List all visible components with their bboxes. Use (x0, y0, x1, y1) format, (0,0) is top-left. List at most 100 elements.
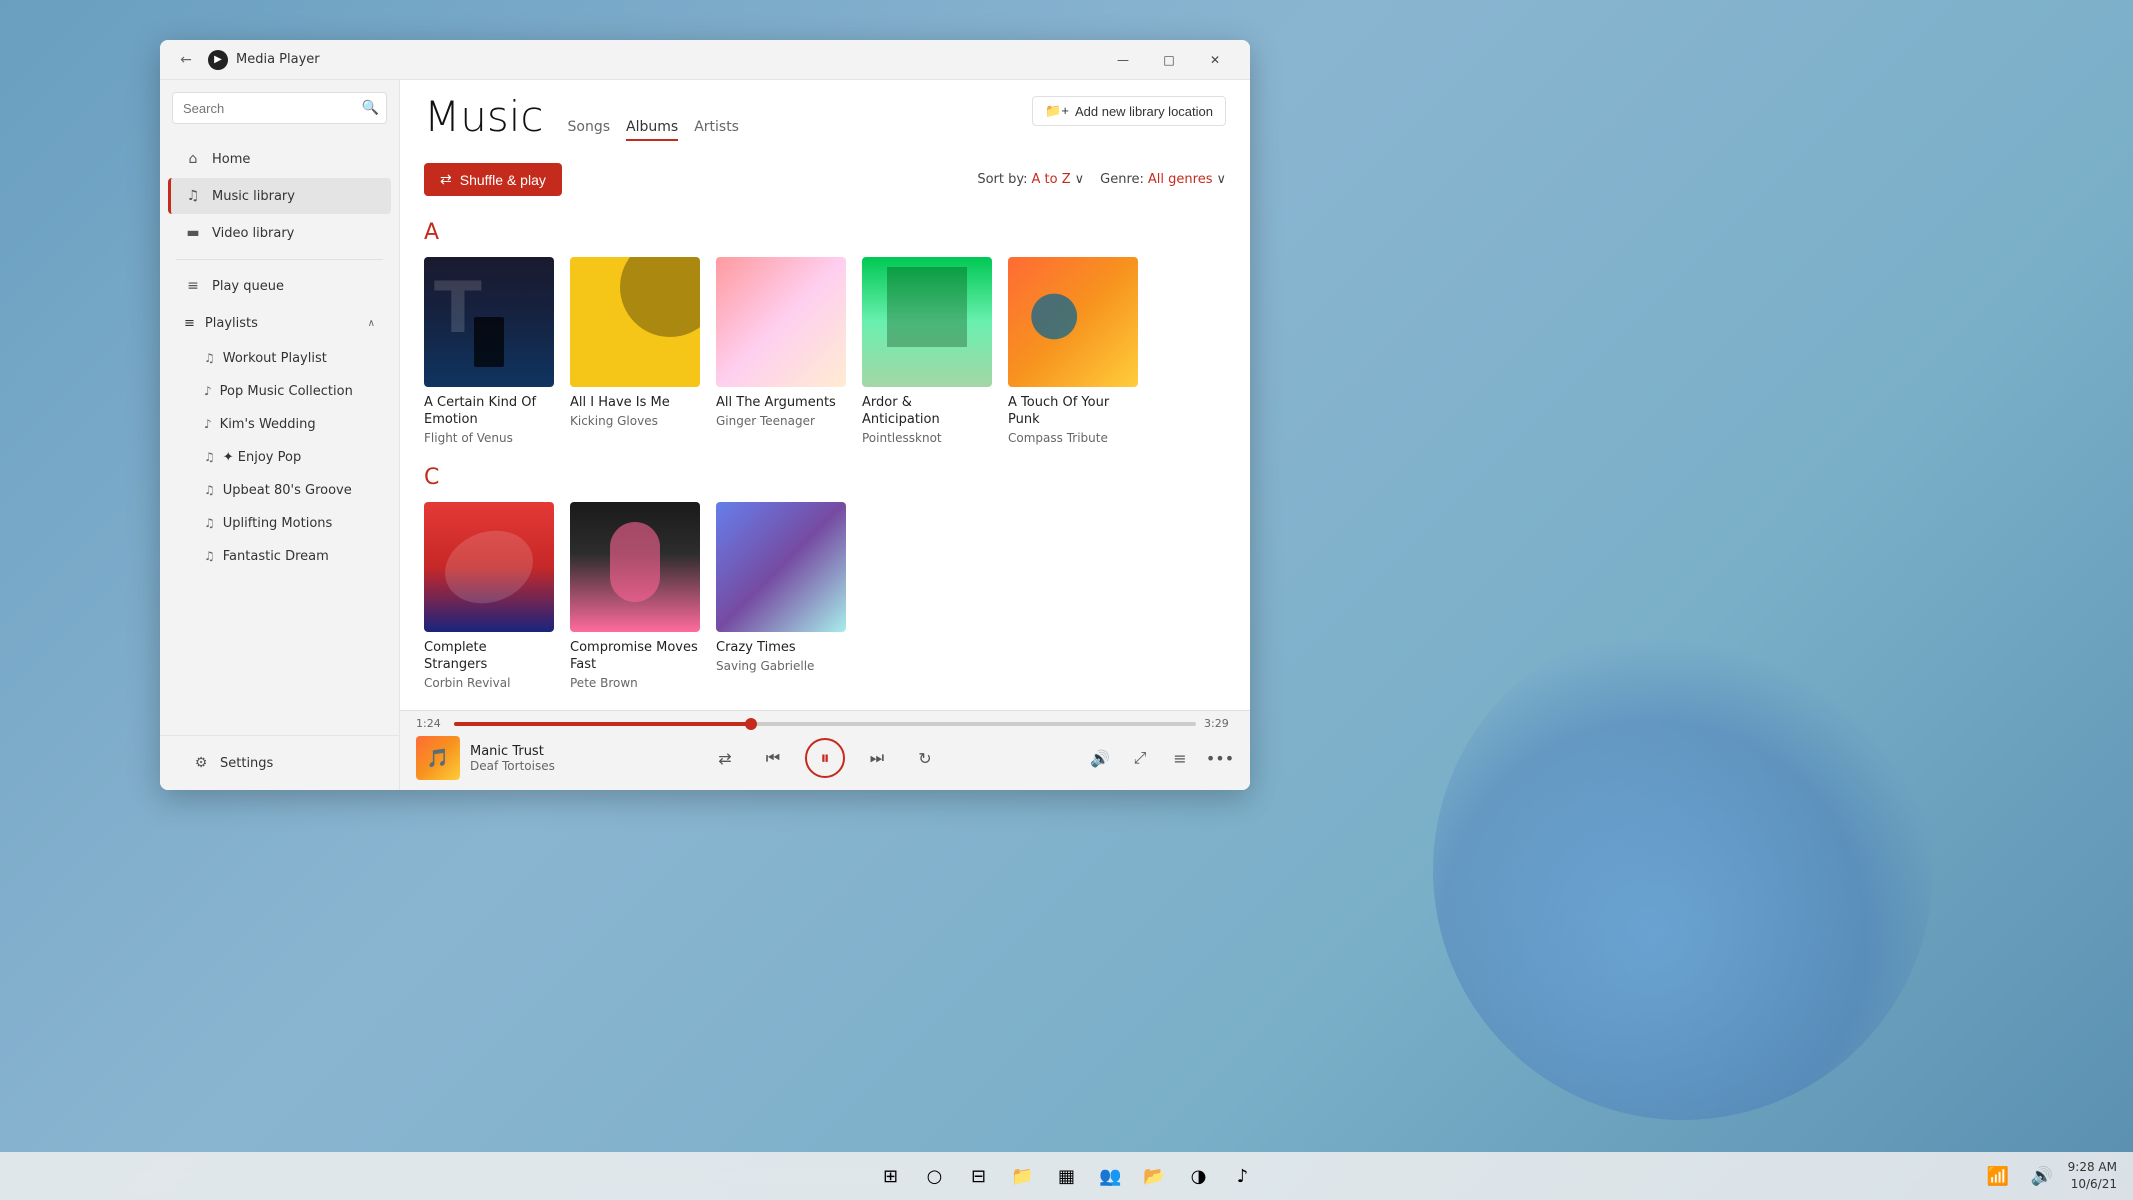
sort-by-value: A to Z (1032, 172, 1071, 187)
sidebar-item-music-library[interactable]: ♫ Music library (168, 178, 391, 214)
track-thumbnail: 🎵 (416, 736, 460, 780)
album-artist-a4: Pointlessknot (862, 431, 992, 445)
album-artist-a3: Ginger Teenager (716, 414, 846, 428)
section-letter-c: C (424, 465, 1226, 490)
progress-thumb (745, 718, 757, 730)
album-card-c3[interactable]: Crazy Times Saving Gabrielle (716, 502, 846, 690)
taskbar-time[interactable]: 9:28 AM 10/6/21 (2068, 1159, 2117, 1193)
sidebar-item-enjoy-pop[interactable]: ♫ ✦ Enjoy Pop (168, 441, 391, 473)
player-right-controls: 🔊 ⤢ ≡ ••• (1014, 744, 1234, 772)
taskbar-taskview[interactable]: ⊟ (961, 1158, 997, 1194)
albums-grid-c: Complete Strangers Corbin Revival Compro… (424, 502, 1226, 690)
sidebar-label-playlists: Playlists (205, 316, 258, 331)
sidebar-label-wedding: Kim's Wedding (220, 417, 316, 432)
previous-button[interactable]: ⏮ (757, 742, 789, 774)
album-card-a1[interactable]: A Certain Kind Of Emotion Flight of Venu… (424, 257, 554, 445)
fullscreen-icon: ⤢ (1134, 748, 1147, 768)
search-input[interactable] (172, 92, 387, 124)
play-queue-icon: ≡ (184, 278, 202, 294)
maximize-button[interactable]: □ (1146, 44, 1192, 76)
pause-button[interactable]: ⏸ (805, 738, 845, 778)
sort-chevron-icon: ∨ (1075, 172, 1085, 187)
album-cover-a1 (424, 257, 554, 387)
playlist-icon-uplifting: ♫ (204, 516, 215, 530)
volume-icon: 🔊 (1090, 749, 1110, 768)
settings-icon: ⚙ (192, 755, 210, 771)
sidebar: 🔍 ⌂ Home ♫ Music library ▬ Video library (160, 80, 400, 790)
album-cover-c3 (716, 502, 846, 632)
taskbar-teams[interactable]: 👥 (1093, 1158, 1129, 1194)
main-content: Music Songs Albums Artists 📁+ Add new li… (400, 80, 1250, 790)
sidebar-item-fantastic-dream[interactable]: ♫ Fantastic Dream (168, 540, 391, 572)
progress-track[interactable] (454, 722, 1196, 726)
taskbar-search[interactable]: ○ (917, 1158, 953, 1194)
album-card-a3[interactable]: All The Arguments Ginger Teenager (716, 257, 846, 445)
close-button[interactable]: ✕ (1192, 44, 1238, 76)
tab-artists[interactable]: Artists (694, 115, 739, 141)
album-name-c2: Compromise Moves Fast (570, 640, 700, 674)
album-card-c1[interactable]: Complete Strangers Corbin Revival (424, 502, 554, 690)
add-library-button[interactable]: 📁+ Add new library location (1032, 96, 1226, 126)
album-card-a4[interactable]: Ardor & Anticipation Pointlessknot (862, 257, 992, 445)
tab-songs[interactable]: Songs (568, 115, 611, 141)
genre-control[interactable]: Genre: All genres ∨ (1100, 172, 1226, 187)
sidebar-item-pop-collection[interactable]: ♪ Pop Music Collection (168, 375, 391, 407)
title-bar: ← ▶ Media Player — □ ✕ (160, 40, 1250, 80)
more-options-button[interactable]: ••• (1206, 744, 1234, 772)
queue-button[interactable]: ≡ (1166, 744, 1194, 772)
shuffle-play-button[interactable]: ⇄ Shuffle & play (424, 163, 562, 196)
sidebar-nav: ⌂ Home ♫ Music library ▬ Video library ≡ (160, 136, 399, 735)
repeat-button[interactable]: ↻ (909, 742, 941, 774)
taskbar-edge[interactable]: ◑ (1181, 1158, 1217, 1194)
now-playing-bar: 1:24 3:29 🎵 (400, 710, 1250, 790)
sort-by-label: Sort by: (977, 172, 1027, 187)
sidebar-label-music-library: Music library (212, 189, 295, 204)
fullscreen-button[interactable]: ⤢ (1126, 744, 1154, 772)
albums-grid-a: A Certain Kind Of Emotion Flight of Venu… (424, 257, 1226, 445)
page-title: Music (424, 96, 544, 138)
more-options-icon: ••• (1206, 749, 1234, 768)
playlists-icon: ≡ (184, 316, 195, 331)
track-info: 🎵 Manic Trust Deaf Tortoises (416, 736, 636, 780)
sidebar-label-fantastic: Fantastic Dream (223, 549, 329, 564)
sidebar-item-play-queue[interactable]: ≡ Play queue (168, 268, 391, 304)
sort-by-control[interactable]: Sort by: A to Z ∨ (977, 172, 1084, 187)
album-artist-a5: Compass Tribute (1008, 431, 1138, 445)
taskbar-music[interactable]: ♪ (1225, 1158, 1261, 1194)
album-name-c3: Crazy Times (716, 640, 846, 657)
album-card-a2[interactable]: All I Have Is Me Kicking Gloves (570, 257, 700, 445)
content-title-left: Music Songs Albums Artists (424, 96, 739, 143)
taskbar-files[interactable]: 📁 (1005, 1158, 1041, 1194)
taskbar-wifi-icon[interactable]: 📶 (1980, 1158, 2016, 1194)
sidebar-item-workout-playlist[interactable]: ♫ Workout Playlist (168, 342, 391, 374)
shuffle-icon: ⇄ (718, 749, 731, 768)
tab-albums[interactable]: Albums (626, 115, 678, 141)
taskbar-start[interactable]: ⊞ (873, 1158, 909, 1194)
sidebar-item-kims-wedding[interactable]: ♪ Kim's Wedding (168, 408, 391, 440)
shuffle-button[interactable]: ⇄ (709, 742, 741, 774)
album-name-a5: A Touch Of Your Punk (1008, 395, 1138, 429)
volume-button[interactable]: 🔊 (1086, 744, 1114, 772)
taskbar-widgets[interactable]: ▦ (1049, 1158, 1085, 1194)
window-controls: — □ ✕ (1100, 44, 1238, 76)
back-button[interactable]: ← (172, 46, 200, 74)
section-letter-a: A (424, 220, 1226, 245)
taskbar-volume-icon[interactable]: 🔊 (2024, 1158, 2060, 1194)
sidebar-item-video-library[interactable]: ▬ Video library (168, 215, 391, 251)
album-cover-c1 (424, 502, 554, 632)
next-button[interactable]: ⏭ (861, 742, 893, 774)
album-card-a5[interactable]: A Touch Of Your Punk Compass Tribute (1008, 257, 1138, 445)
sidebar-item-settings[interactable]: ⚙ Settings (176, 745, 383, 781)
sidebar-item-uplifting-motions[interactable]: ♫ Uplifting Motions (168, 507, 391, 539)
sidebar-item-80s-groove[interactable]: ♫ Upbeat 80's Groove (168, 474, 391, 506)
taskbar-explorer[interactable]: 📂 (1137, 1158, 1173, 1194)
sidebar-label-home: Home (212, 152, 250, 167)
album-card-c2[interactable]: Compromise Moves Fast Pete Brown (570, 502, 700, 690)
minimize-button[interactable]: — (1100, 44, 1146, 76)
video-library-icon: ▬ (184, 225, 202, 241)
content-tabs: Songs Albums Artists (568, 115, 739, 143)
sidebar-item-home[interactable]: ⌂ Home (168, 141, 391, 177)
sidebar-item-playlists[interactable]: ≡ Playlists ∧ (168, 305, 391, 341)
time-total: 3:29 (1204, 717, 1234, 730)
playlists-chevron-icon: ∧ (368, 318, 375, 329)
